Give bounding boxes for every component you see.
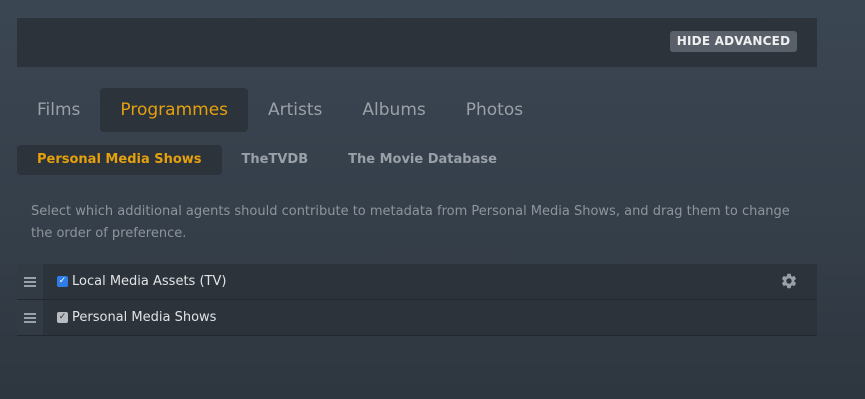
agent-row[interactable]: ✓ Local Media Assets (TV) bbox=[17, 264, 817, 300]
tab-programmes[interactable]: Programmes bbox=[100, 88, 249, 132]
checkmark-icon: ✓ bbox=[58, 276, 67, 286]
tab-albums[interactable]: Albums bbox=[342, 88, 445, 132]
agent-list: ✓ Local Media Assets (TV) ✓ Personal Med… bbox=[17, 264, 817, 336]
agent-label: Local Media Assets (TV) bbox=[72, 274, 227, 289]
tab-photos[interactable]: Photos bbox=[446, 88, 543, 132]
agent-subtabs: Personal Media Shows TheTVDB The Movie D… bbox=[17, 145, 517, 175]
agent-label: Personal Media Shows bbox=[72, 310, 217, 325]
subtab-thetvdb[interactable]: TheTVDB bbox=[222, 145, 329, 175]
library-type-tabs: Films Programmes Artists Albums Photos bbox=[17, 88, 543, 132]
agent-checkbox[interactable]: ✓ bbox=[57, 312, 68, 323]
agent-checkbox[interactable]: ✓ bbox=[57, 276, 68, 287]
agent-row[interactable]: ✓ Personal Media Shows bbox=[17, 300, 817, 336]
drag-handle-icon[interactable] bbox=[17, 264, 43, 299]
subtab-the-movie-database[interactable]: The Movie Database bbox=[328, 145, 517, 175]
gear-icon[interactable] bbox=[780, 272, 798, 290]
subtab-personal-media-shows[interactable]: Personal Media Shows bbox=[17, 145, 222, 175]
agents-description: Select which additional agents should co… bbox=[31, 204, 790, 241]
hide-advanced-button[interactable]: HIDE ADVANCED bbox=[670, 31, 797, 52]
tab-artists[interactable]: Artists bbox=[248, 88, 342, 132]
tab-films[interactable]: Films bbox=[17, 88, 100, 132]
drag-handle-icon[interactable] bbox=[17, 300, 43, 335]
checkmark-icon: ✓ bbox=[58, 312, 67, 322]
